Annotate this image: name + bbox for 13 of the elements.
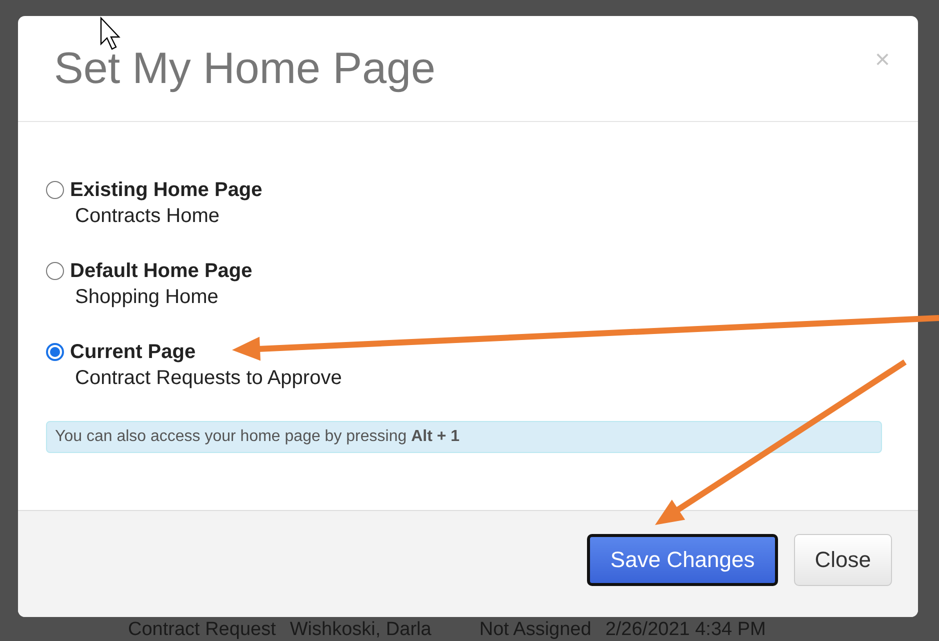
radio-button[interactable] bbox=[46, 343, 64, 361]
option-description: Contract Requests to Approve bbox=[75, 366, 342, 391]
option-label: Default Home Page bbox=[70, 259, 252, 283]
info-message: You can also access your home page by pressing Alt + 1 bbox=[46, 421, 882, 453]
radio-button[interactable] bbox=[46, 181, 64, 199]
close-button[interactable]: Close bbox=[794, 534, 892, 586]
option-label: Current Page bbox=[70, 340, 197, 364]
option-description: Contracts Home bbox=[75, 204, 220, 229]
option-label: Existing Home Page bbox=[70, 178, 262, 202]
option-description: Shopping Home bbox=[75, 285, 220, 310]
dialog-title: Set My Home Page bbox=[54, 44, 436, 94]
radio-button[interactable] bbox=[46, 262, 64, 280]
save-button[interactable]: Save Changes bbox=[587, 534, 778, 586]
